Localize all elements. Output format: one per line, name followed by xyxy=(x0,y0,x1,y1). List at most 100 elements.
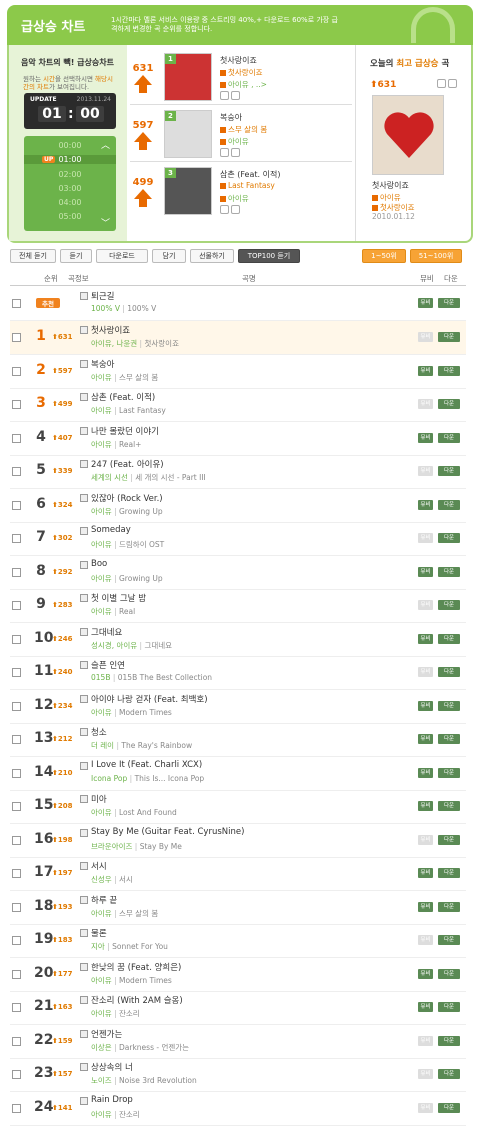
row-checkbox[interactable] xyxy=(12,1070,21,1079)
pick-row[interactable]: 추천 퇴근길 100% V | 100% V 뮤비 다운 xyxy=(10,287,466,321)
album-cover[interactable]: 2 xyxy=(164,110,212,158)
song-title[interactable]: 첫 이별 그날 밤 xyxy=(91,592,146,604)
table-row[interactable]: 13 ⬆212 청소 더 레이 | The Ray's Rainbow 뮤비 다운 xyxy=(10,723,466,757)
song-title[interactable]: 아이야 나랑 걷자 (Feat. 최백호) xyxy=(91,693,208,705)
table-row[interactable]: 14 ⬆210 I Love It (Feat. Charli XCX) Icona … xyxy=(10,757,466,791)
artist-name[interactable]: 아이유 xyxy=(91,574,112,583)
info-icon[interactable] xyxy=(80,828,88,837)
mv-button[interactable]: 뮤비 xyxy=(418,767,433,778)
mv-button[interactable]: 뮤비 xyxy=(418,1069,433,1079)
mv-button[interactable]: 뮤비 xyxy=(418,633,433,644)
artist-name[interactable]: 아이유 xyxy=(91,507,112,516)
mv-button[interactable]: 뮤비 xyxy=(418,901,433,912)
album-name[interactable]: The Ray's Rainbow xyxy=(121,741,192,750)
download-icon[interactable] xyxy=(231,148,240,157)
song-title[interactable]: 청소 xyxy=(91,726,107,738)
artist-name[interactable]: 신성우 xyxy=(91,875,112,884)
song-title[interactable]: 삼촌 (Feat. 이적) xyxy=(220,169,280,180)
mv-button[interactable]: 뮤비 xyxy=(418,566,433,577)
artist-name[interactable]: 아이유 xyxy=(91,808,112,817)
download-button[interactable]: 다운 xyxy=(438,734,460,744)
artist-name[interactable]: 지아 xyxy=(91,942,105,951)
album-link[interactable]: 첫사랑이죠 xyxy=(220,67,263,78)
song-title[interactable]: 복숭아 xyxy=(220,112,242,123)
download-button[interactable]: 다운 xyxy=(438,332,460,342)
row-checkbox[interactable] xyxy=(12,1036,21,1046)
info-icon[interactable] xyxy=(80,594,88,602)
download-button[interactable]: 다운 xyxy=(438,901,460,912)
album-name[interactable]: Modern Times xyxy=(119,976,172,985)
table-row[interactable]: 10 ⬆246 그대네요 성시경, 아이유 | 그대네요 뮤비 다운 xyxy=(10,623,466,657)
table-row[interactable]: 6 ⬆324 있잖아 (Rock Ver.) 아이유 | Growing Up 뮤비 다운 xyxy=(10,489,466,523)
time-item[interactable]: 00:00 xyxy=(24,141,116,150)
download-button[interactable]: 다운 xyxy=(438,566,460,577)
download-button[interactable]: 다운 xyxy=(438,1002,460,1012)
top3-item[interactable]: 499 3 삼촌 (Feat. 이적) Last Fantasy 아이유 xyxy=(130,163,352,219)
info-icon[interactable] xyxy=(80,359,88,368)
row-checkbox[interactable] xyxy=(12,366,21,376)
song-title[interactable]: Rain Drop xyxy=(91,1095,133,1105)
mv-button[interactable]: 뮤비 xyxy=(418,667,433,677)
song-title[interactable]: 복숭아 xyxy=(91,358,114,370)
song-title[interactable]: I Love It (Feat. Charli XCX) xyxy=(91,760,202,770)
mv-button[interactable]: 뮤비 xyxy=(418,734,433,744)
download-icon[interactable] xyxy=(448,79,457,88)
mv-button[interactable]: 뮤비 xyxy=(418,466,433,476)
info-icon[interactable] xyxy=(80,929,88,937)
artist-name[interactable]: 이상은 xyxy=(91,1043,112,1052)
artist-name[interactable]: 아이유 xyxy=(91,976,112,985)
song-title[interactable]: 미아 xyxy=(91,793,107,805)
mv-button[interactable]: 뮤비 xyxy=(418,1035,433,1046)
artist-name[interactable]: 아이유 xyxy=(91,708,112,717)
download-button[interactable]: 다운 xyxy=(438,533,460,543)
album-name[interactable]: 015B The Best Collection xyxy=(118,673,212,682)
download-button[interactable]: 다운 xyxy=(438,466,460,476)
artist-name[interactable]: 아이유 xyxy=(91,373,112,382)
time-item-selected[interactable]: 01:00 xyxy=(24,155,116,164)
album-name[interactable]: Real xyxy=(119,607,135,616)
row-checkbox[interactable] xyxy=(12,969,21,979)
listen-icon[interactable] xyxy=(220,205,229,214)
download-button[interactable]: 다운 xyxy=(438,968,460,979)
info-icon[interactable] xyxy=(80,627,88,636)
row-checkbox[interactable] xyxy=(12,835,21,845)
album-name[interactable]: Noise 3rd Revolution xyxy=(119,1076,197,1085)
row-checkbox[interactable] xyxy=(12,333,21,342)
row-checkbox[interactable] xyxy=(12,936,21,945)
mv-button[interactable]: 뮤비 xyxy=(418,1002,433,1012)
song-title[interactable]: Someday xyxy=(91,525,131,535)
song-title[interactable]: 첫사랑이죠 xyxy=(220,55,257,66)
table-row[interactable]: 16 ⬆198 Stay By Me (Guitar Feat. CyrusNine… xyxy=(10,824,466,858)
row-checkbox[interactable] xyxy=(12,1003,21,1012)
info-icon[interactable] xyxy=(80,962,88,971)
album-name[interactable]: 잔소리 xyxy=(119,1009,140,1018)
artist-name[interactable]: 015B xyxy=(91,673,110,682)
artist-name[interactable]: 브라운아이즈 xyxy=(91,842,132,851)
time-list[interactable]: ︿ 00:00 01:00 UP 02:00 03:00 04:00 05:00… xyxy=(24,136,116,231)
song-title[interactable]: 첫사랑이죠 xyxy=(372,180,409,191)
song-title[interactable]: 그대네요 xyxy=(91,626,122,638)
download-button[interactable]: 다운 xyxy=(438,1035,460,1046)
song-title[interactable]: 퇴근길 xyxy=(91,290,114,302)
top3-item[interactable]: 597 2 복숭아 스무 살의 봄 아이유 xyxy=(130,106,352,162)
artist-name[interactable]: 아이유 xyxy=(91,909,112,918)
download-button[interactable]: 다운 xyxy=(438,868,460,878)
listen-icon[interactable] xyxy=(220,148,229,157)
song-title[interactable]: 있잖아 (Rock Ver.) xyxy=(91,492,163,504)
table-row[interactable]: 2 ⬆597 복숭아 아이유 | 스무 살의 봄 뮤비 다운 xyxy=(10,355,466,389)
row-checkbox[interactable] xyxy=(12,802,21,811)
info-icon[interactable] xyxy=(80,996,88,1004)
info-icon[interactable] xyxy=(80,862,88,870)
listen-icon[interactable] xyxy=(220,91,229,100)
table-row[interactable]: 9 ⬆283 첫 이별 그날 밤 아이유 | Real 뮤비 다운 xyxy=(10,589,466,623)
album-name[interactable]: Last Fantasy xyxy=(119,406,166,415)
album-cover[interactable] xyxy=(372,95,444,175)
row-checkbox[interactable] xyxy=(12,534,21,543)
album-name[interactable]: 첫사랑이죠 xyxy=(144,339,179,348)
download-button[interactable]: 다운 xyxy=(438,499,460,510)
table-row[interactable]: 24 ⬆141 Rain Drop 아이유 | 잔소리 뮤비 다운 xyxy=(10,1092,466,1126)
download-button[interactable]: 다운 xyxy=(438,432,460,443)
table-row[interactable]: 11 ⬆240 슬픈 인연 015B | 015B The Best Collecti… xyxy=(10,656,466,690)
song-title[interactable]: 첫사랑이죠 xyxy=(91,324,130,336)
info-icon[interactable] xyxy=(80,1029,88,1038)
